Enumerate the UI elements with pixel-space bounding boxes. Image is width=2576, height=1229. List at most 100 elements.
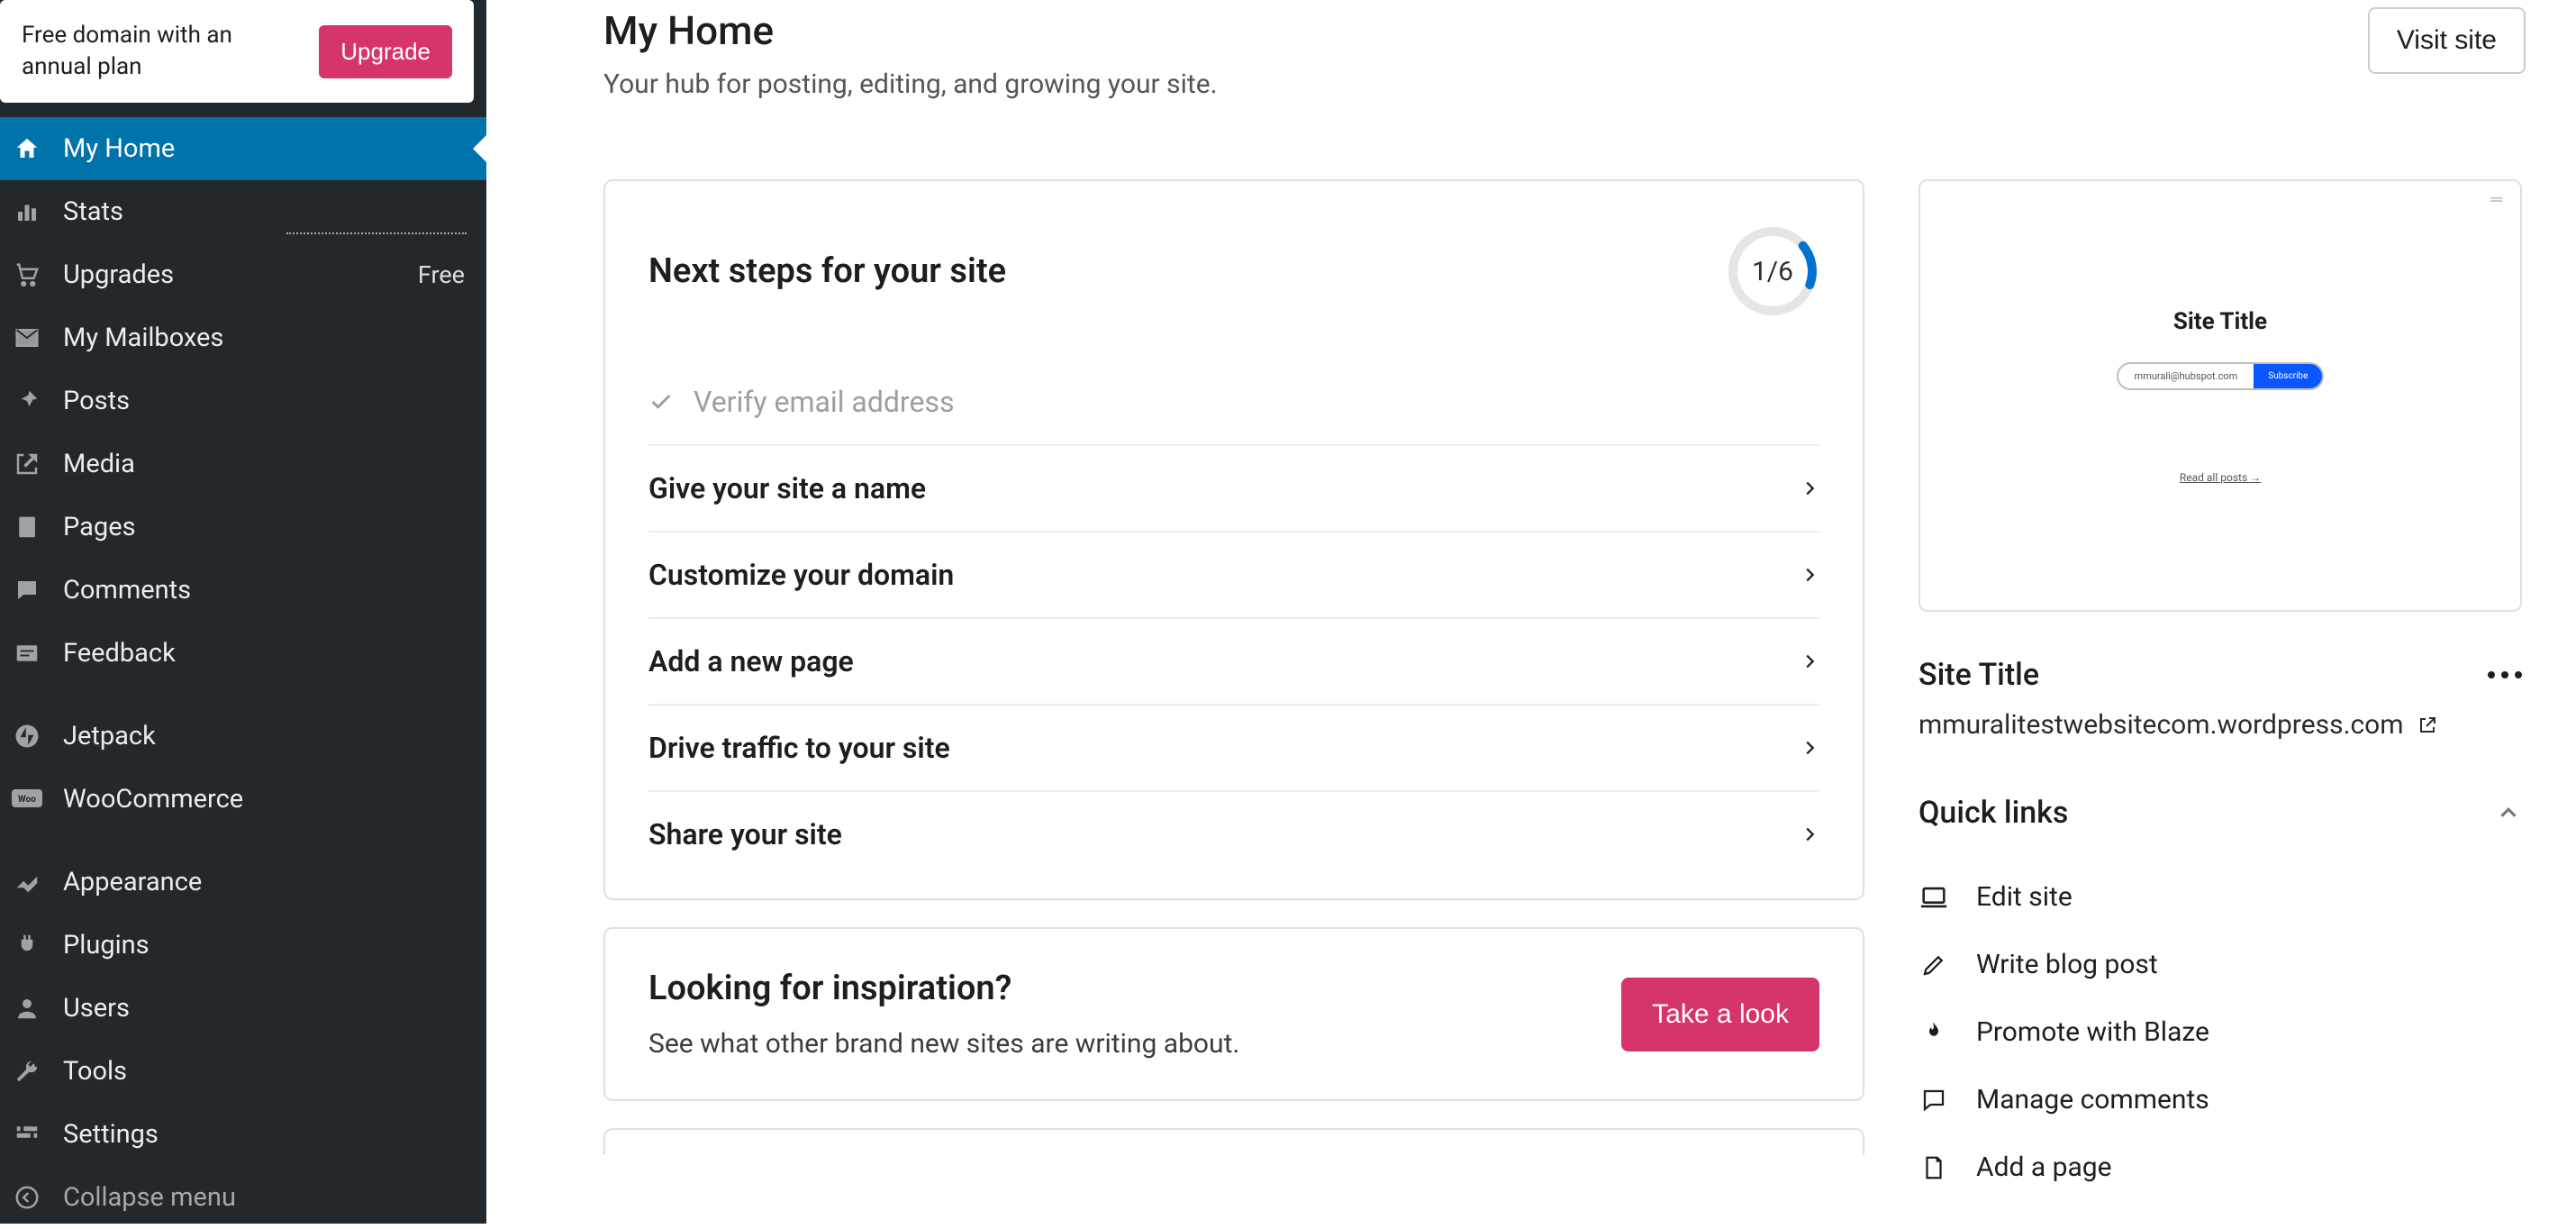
sidebar-item-woocommerce[interactable]: Woo WooCommerce [0,768,486,831]
site-preview[interactable]: ═ Site Title mmurali@hubspot.com Subscri… [1918,179,2522,612]
sidebar-item-posts[interactable]: Posts [0,369,486,432]
quick-links-list: Edit site Write blog post Promote with B… [1918,863,2522,1201]
quick-link-edit-site[interactable]: Edit site [1918,863,2522,931]
step-customize-domain[interactable]: Customize your domain [649,533,1819,619]
step-drive-traffic[interactable]: Drive traffic to your site [649,706,1819,792]
sidebar-item-label: Tools [63,1056,127,1087]
sidebar-item-label: Users [63,993,130,1024]
step-share-site[interactable]: Share your site [649,792,1819,855]
preview-site-title: Site Title [2173,308,2267,335]
pencil-icon [1918,950,1949,980]
quick-link-label: Manage comments [1976,1084,2209,1115]
sidebar-item-feedback[interactable]: Feedback [0,622,486,685]
quick-link-write-post[interactable]: Write blog post [1918,931,2522,998]
upgrades-badge: Free [418,260,465,289]
feedback-icon [11,637,43,669]
sidebar-item-label: Posts [63,386,130,416]
step-label: Drive traffic to your site [649,731,950,765]
sidebar-item-media[interactable]: Media [0,432,486,496]
sidebar-item-upgrades[interactable]: Upgrades Free [0,243,486,306]
step-verify-email[interactable]: Verify email address [649,360,1819,446]
sidebar-item-collapse[interactable]: Collapse menu [0,1166,486,1229]
chevron-right-icon [1800,738,1819,758]
site-title-row: Site Title [1918,657,2522,693]
sidebar-separator [0,831,486,851]
upgrade-button[interactable]: Upgrade [319,25,452,78]
step-label: Verify email address [694,385,954,419]
media-icon [11,448,43,480]
partial-card [603,1128,1864,1155]
sidebar-item-appearance[interactable]: Appearance [0,851,486,914]
visit-site-button[interactable]: Visit site [2368,7,2526,74]
quick-link-label: Promote with Blaze [1976,1016,2209,1048]
site-url-link[interactable]: mmuralitestwebsitecom.wordpress.com [1918,709,2522,741]
sidebar-item-label: Media [63,449,135,479]
check-icon [649,389,674,414]
home-icon [11,132,43,165]
main-content: My Home Your hub for posting, editing, a… [486,0,2576,1224]
sidebar-item-label: Plugins [63,930,150,960]
chevron-right-icon [1800,824,1819,844]
sidebar-separator [0,685,486,705]
step-label: Customize your domain [649,558,954,592]
sidebar-item-jetpack[interactable]: Jetpack [0,705,486,768]
sidebar-item-plugins[interactable]: Plugins [0,914,486,977]
chevron-right-icon [1800,651,1819,671]
sidebar-item-label: Comments [63,575,191,605]
preview-subscribe-form: mmurali@hubspot.com Subscribe [2117,362,2325,390]
chevron-right-icon [1800,478,1819,498]
site-more-menu[interactable] [2488,671,2522,678]
sidebar-item-mailboxes[interactable]: My Mailboxes [0,306,486,369]
sidebar-item-label: Settings [63,1119,159,1150]
sidebar-item-label: Collapse menu [63,1182,236,1213]
pages-icon [11,511,43,543]
step-label: Add a new page [649,644,854,678]
step-site-name[interactable]: Give your site a name [649,446,1819,533]
upsell-banner: Free domain with an annual plan Upgrade [0,0,474,103]
sidebar-item-settings[interactable]: Settings [0,1103,486,1166]
sidebar-item-comments[interactable]: Comments [0,559,486,622]
quick-link-add-page[interactable]: Add a page [1918,1133,2522,1201]
take-a-look-button[interactable]: Take a look [1621,978,1819,1051]
drag-handle-icon[interactable]: ═ [2490,190,2502,209]
sidebar-item-label: WooCommerce [63,784,243,815]
step-label: Share your site [649,817,842,851]
page-icon [1918,1152,1949,1183]
mail-icon [11,322,43,354]
preview-email: mmurali@hubspot.com [2118,364,2254,388]
step-label: Give your site a name [649,471,926,505]
quick-link-comments[interactable]: Manage comments [1918,1066,2522,1133]
sidebar-item-label: Pages [63,512,136,542]
sidebar-item-my-home[interactable]: My Home [0,117,486,180]
sidebar-item-users[interactable]: Users [0,977,486,1040]
preview-subscribe-button: Subscribe [2254,364,2322,388]
settings-icon [11,1118,43,1151]
users-icon [11,992,43,1024]
preview-read-all: Read all posts → [2180,471,2261,484]
laptop-icon [1918,882,1949,913]
cart-icon [11,259,43,291]
quick-link-label: Edit site [1976,881,2073,913]
sidebar-item-pages[interactable]: Pages [0,496,486,559]
step-add-page[interactable]: Add a new page [649,619,1819,706]
sidebar-item-label: Stats [63,196,123,227]
site-url-text: mmuralitestwebsitecom.wordpress.com [1918,709,2404,741]
quick-link-promote[interactable]: Promote with Blaze [1918,998,2522,1066]
sidebar-item-stats[interactable]: Stats [0,180,486,243]
plugin-icon [11,929,43,961]
progress-ring: 1/6 [1726,224,1819,318]
quick-links-header[interactable]: Quick links [1918,795,2522,831]
bar-chart-icon [11,196,43,228]
sidebar-nav: My Home Stats Upgrades Free My Mailboxe [0,117,486,1229]
chevron-up-icon [2495,799,2522,826]
comment-icon [11,574,43,606]
pin-icon [11,385,43,417]
inspiration-title: Looking for inspiration? [649,969,1239,1008]
upsell-text: Free domain with an annual plan [22,20,301,83]
tools-icon [11,1055,43,1088]
dot-icon [2515,671,2522,678]
dot-icon [2488,671,2495,678]
sidebar-item-label: Upgrades [63,259,174,290]
sidebar-item-tools[interactable]: Tools [0,1040,486,1103]
chevron-right-icon [1800,565,1819,585]
